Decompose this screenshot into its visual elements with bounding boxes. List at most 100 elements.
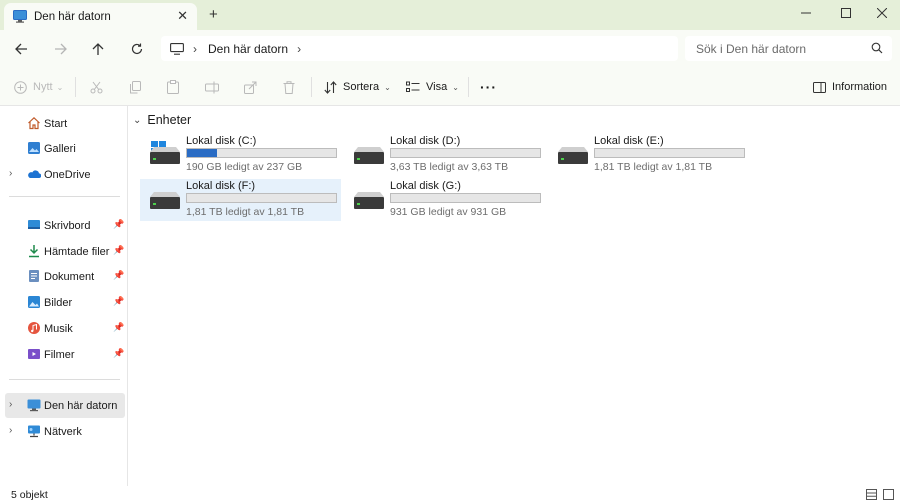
address-bar[interactable]: › Den här datorn ›: [161, 36, 678, 61]
sidebar-item-this-pc[interactable]: › Den här datorn: [5, 393, 125, 418]
up-button[interactable]: [88, 39, 108, 59]
drive-name: Lokal disk (E:): [594, 135, 664, 147]
drive-free-space: 190 GB ledigt av 237 GB: [186, 161, 303, 173]
desktop-icon: [28, 220, 40, 229]
search-input[interactable]: Sök i Den här datorn: [685, 36, 892, 61]
close-window-button[interactable]: [872, 4, 892, 22]
sidebar-item-downloads[interactable]: Hämtade filer 📌: [0, 239, 125, 264]
drive-f[interactable]: Lokal disk (F:) 1,81 TB ledigt av 1,81 T…: [140, 179, 341, 221]
new-button[interactable]: Nytt ⌄: [14, 77, 63, 97]
sidebar-item-onedrive[interactable]: › OneDrive: [0, 162, 125, 187]
sidebar-item-music[interactable]: Musik 📌: [0, 316, 125, 341]
drive-e[interactable]: Lokal disk (E:) 1,81 TB ledigt av 1,81 T…: [548, 134, 749, 176]
network-icon: [28, 425, 40, 438]
sort-label: Sortera: [343, 81, 380, 93]
pin-icon[interactable]: 📌: [113, 270, 124, 281]
monitor-icon: [170, 42, 184, 55]
divider: [9, 379, 120, 380]
copy-button[interactable]: [129, 77, 142, 97]
scissors-icon: [90, 81, 103, 93]
breadcrumb-this-pc[interactable]: Den här datorn: [208, 42, 288, 56]
back-button[interactable]: [11, 39, 31, 59]
sidebar-item-network[interactable]: › Nätverk: [0, 419, 125, 444]
chevron-down-icon[interactable]: ⌄: [133, 115, 141, 126]
maximize-button[interactable]: [836, 4, 856, 22]
chevron-right-icon[interactable]: ›: [297, 42, 301, 56]
search-icon: [871, 42, 883, 54]
share-button[interactable]: [244, 77, 257, 97]
forward-button[interactable]: [50, 39, 70, 59]
sidebar-item-pictures[interactable]: Bilder 📌: [0, 290, 125, 315]
pin-icon[interactable]: 📌: [113, 219, 124, 230]
sidebar-item-label: Start: [44, 117, 68, 130]
sidebar-item-label: Dokument: [44, 270, 95, 283]
navigation-bar: › Den här datorn › Sök i Den här datorn: [0, 30, 900, 67]
rename-icon: [205, 81, 219, 93]
usage-bar: [186, 148, 337, 158]
hard-drive-icon: [558, 147, 588, 164]
chevron-right-icon[interactable]: ›: [9, 168, 12, 179]
drive-name: Lokal disk (G:): [390, 180, 461, 192]
drive-free-space: 3,63 TB ledigt av 3,63 TB: [390, 161, 509, 173]
sidebar-item-label: Hämtade filer: [44, 245, 110, 258]
refresh-button[interactable]: [127, 39, 147, 59]
sidebar-item-home[interactable]: Start: [0, 111, 125, 136]
drive-d[interactable]: Lokal disk (D:) 3,63 TB ledigt av 3,63 T…: [344, 134, 545, 176]
details-view-icon[interactable]: [866, 489, 877, 500]
tab-close-icon[interactable]: ✕: [177, 8, 188, 24]
chevron-down-icon: ⌄: [56, 82, 64, 92]
chevron-right-icon[interactable]: ›: [9, 399, 12, 410]
rename-button[interactable]: [205, 77, 219, 97]
delete-button[interactable]: [283, 77, 295, 97]
hard-drive-icon: [150, 147, 180, 164]
drive-c[interactable]: Lokal disk (C:) 190 GB ledigt av 237 GB: [140, 134, 341, 176]
pin-icon[interactable]: 📌: [113, 245, 124, 256]
sidebar-item-desktop[interactable]: Skrivbord 📌: [0, 213, 125, 238]
view-label: Visa: [426, 81, 448, 93]
computer-icon: [27, 399, 41, 412]
sort-button[interactable]: Sortera ⌄: [324, 77, 391, 97]
pin-icon[interactable]: 📌: [113, 348, 124, 359]
details-pane-button[interactable]: Information: [813, 77, 887, 97]
group-title: Enheter: [147, 113, 192, 127]
tab-this-pc[interactable]: Den här datorn ✕: [4, 3, 197, 30]
details-label: Information: [832, 81, 888, 93]
view-icon: [406, 81, 420, 92]
usage-bar: [390, 148, 541, 158]
divider: [9, 196, 120, 197]
sidebar-item-videos[interactable]: Filmer 📌: [0, 342, 125, 367]
command-bar: Nytt ⌄ Sortera ⌄ Visa ⌄ ··· Information: [0, 67, 900, 106]
copy-icon: [130, 80, 141, 93]
pin-icon[interactable]: 📌: [113, 322, 124, 333]
chevron-right-icon[interactable]: ›: [9, 425, 12, 436]
arrow-up-icon: [92, 42, 104, 55]
hard-drive-icon: [354, 192, 384, 209]
sidebar-item-documents[interactable]: Dokument 📌: [0, 264, 125, 289]
sidebar-item-label: Galleri: [44, 142, 76, 155]
details-pane-icon: [813, 81, 826, 93]
paste-button[interactable]: [167, 77, 179, 97]
usage-bar: [390, 193, 541, 203]
devices-group-header[interactable]: ⌄ Enheter: [133, 113, 191, 127]
sidebar-item-gallery[interactable]: Galleri: [0, 136, 125, 161]
large-icons-view-icon[interactable]: [883, 489, 894, 500]
refresh-icon: [131, 43, 143, 55]
new-tab-button[interactable]: +: [209, 6, 218, 23]
usage-fill: [187, 149, 217, 157]
chevron-right-icon[interactable]: ›: [193, 42, 197, 56]
drive-g[interactable]: Lokal disk (G:) 931 GB ledigt av 931 GB: [344, 179, 545, 221]
document-icon: [29, 270, 39, 282]
close-icon: [877, 8, 887, 18]
computer-icon: [13, 10, 27, 23]
cut-button[interactable]: [90, 77, 103, 97]
sidebar-item-label: Filmer: [44, 348, 75, 361]
music-icon: [28, 322, 40, 334]
minimize-button[interactable]: [796, 4, 816, 22]
view-button[interactable]: Visa ⌄: [406, 77, 459, 97]
drive-free-space: 1,81 TB ledigt av 1,81 TB: [186, 206, 305, 218]
plus-circle-icon: [14, 80, 27, 94]
more-options-button[interactable]: ···: [480, 77, 497, 97]
pin-icon[interactable]: 📌: [113, 296, 124, 307]
divider: [311, 77, 312, 97]
chevron-down-icon: ⌄: [452, 82, 459, 92]
